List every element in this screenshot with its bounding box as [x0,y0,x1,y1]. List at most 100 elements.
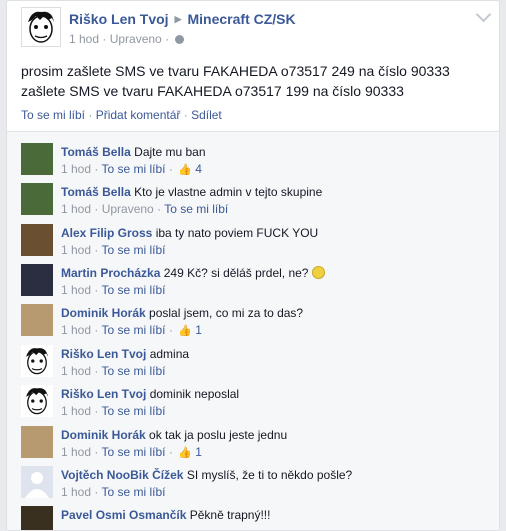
comment-text: Pěkně trapný!!! [189,508,271,522]
comment-line: Alex Filip Gross iba ty nato poviem FUCK… [61,226,318,240]
comment-meta: 1 hod · To se mi líbí [61,243,166,257]
comment-line: Pavel Osmi Osmančík Pěkně trapný!!! [61,508,270,522]
like-count[interactable]: 4 [195,162,202,176]
commenter-avatar[interactable] [21,143,53,175]
comment-meta: 1 hod · Upraveno · To se mi líbí [61,202,229,216]
comment-time[interactable]: 1 hod [61,323,91,337]
commenter-avatar[interactable] [21,183,53,215]
commenter-name[interactable]: Martin Procházka [61,266,160,280]
comment-meta: 1 hod · To se mi líbí · 👍 1 [61,445,202,459]
commenter-avatar[interactable] [21,506,53,530]
comment-time[interactable]: 1 hod [61,283,91,297]
commenter-name[interactable]: Riško Len Tvoj [61,347,146,361]
comment-text: dominik neposlal [149,387,240,401]
commenter-name[interactable]: Dominik Horák [61,306,146,320]
post-card: Riško Len Tvoj ▶ Minecraft CZ/SK 1 hod · U… [6,0,500,531]
comment-time[interactable]: 1 hod [61,404,91,418]
comment-line: Vojtěch NooBik Čížek SI myslíš, že ti to… [61,468,352,482]
cartoon-face-icon [21,385,53,417]
thumbs-up-icon[interactable]: 👍 [178,324,192,337]
comment-meta: 1 hod · To se mi líbí [61,364,166,378]
comment-item: Dominik Horák ok tak ja poslu jeste jedn… [7,419,499,460]
post-edited[interactable]: Upraveno [110,32,162,46]
comment-edited[interactable]: Upraveno [102,202,154,216]
comment-item: Alex Filip Gross iba ty nato poviem FUCK… [7,217,499,258]
commenter-avatar[interactable] [21,345,53,377]
comment-item: Tomáš Bella Kto je vlastne admin v tejto… [7,176,499,217]
commenter-name[interactable]: Dominik Horák [61,428,146,442]
triangle-right-icon: ▶ [174,14,182,24]
post-actions: To se mi líbí · Přidat komentář · Sdílet [21,108,222,122]
author-avatar[interactable] [21,7,61,47]
comment-item: Pavel Osmi Osmančík Pěkně trapný!!! [7,499,499,530]
comment-like-button[interactable]: To se mi líbí [101,364,165,378]
comment-like-button[interactable]: To se mi líbí [101,323,165,337]
comment-item: Riško Len Tvoj admina 1 hod · To se mi lí… [7,338,499,379]
comment-time[interactable]: 1 hod [61,243,91,257]
like-count[interactable]: 1 [195,323,202,337]
group-name[interactable]: Minecraft CZ/SK [188,11,296,27]
comment-line: Tomáš Bella Dajte mu ban [61,145,206,159]
comment-text: SI myslíš, že ti to někdo pošle? [186,468,353,482]
thumbs-up-icon[interactable]: 👍 [178,163,192,176]
post-line-2: zašlete SMS ve tvaru FAKAHEDA o73517 199… [21,83,404,99]
commenter-name[interactable]: Riško Len Tvoj [61,387,146,401]
commenter-avatar[interactable] [21,224,53,256]
comment-item: Riško Len Tvoj dominik neposlal 1 hod · T… [7,378,499,419]
default-user-icon [25,472,49,498]
smiley-icon [311,266,325,279]
comment-like-button[interactable]: To se mi líbí [101,404,165,418]
like-button[interactable]: To se mi líbí [21,108,85,122]
comment-time[interactable]: 1 hod [61,485,91,499]
comment-time[interactable]: 1 hod [61,364,91,378]
comment-line: Dominik Horák poslal jsem, co mi za to d… [61,306,303,320]
post-header: Riško Len Tvoj ▶ Minecraft CZ/SK 1 hod · U… [7,1,499,53]
comment-time[interactable]: 1 hod [61,162,91,176]
commenter-avatar[interactable] [21,385,53,417]
commenter-avatar[interactable] [21,304,53,336]
comment-text: poslal jsem, co mi za to das? [149,306,304,320]
comment-like-button[interactable]: To se mi líbí [101,445,165,459]
comment-text: iba ty nato poviem FUCK YOU [155,226,319,240]
post-line-1: prosim zašlete SMS ve tvaru FAKAHEDA o73… [21,63,450,79]
comment-like-button[interactable]: To se mi líbí [101,243,165,257]
post-time[interactable]: 1 hod [69,32,99,46]
comment-like-button[interactable]: To se mi líbí [101,283,165,297]
commenter-avatar[interactable] [21,466,53,498]
comment-line: Tomáš Bella Kto je vlastne admin v tejto… [61,185,322,199]
comment-time[interactable]: 1 hod [61,445,91,459]
commenter-avatar[interactable] [21,426,53,458]
comment-meta: 1 hod · To se mi líbí [61,283,166,297]
chevron-down-icon[interactable] [475,6,492,23]
comment-like-button[interactable]: To se mi líbí [101,485,165,499]
comment-line: Dominik Horák ok tak ja poslu jeste jedn… [61,428,287,442]
comment-text: Dajte mu ban [134,145,206,159]
globe-icon[interactable] [175,35,185,44]
commenter-name[interactable]: Alex Filip Gross [61,226,152,240]
comment-item: Martin Procházka 249 Kč? si děláš prdel,… [7,257,499,298]
cartoon-face-icon [21,345,53,377]
comment-meta: 1 hod · To se mi líbí · 👍 1 [61,323,202,337]
comment-time[interactable]: 1 hod [61,202,91,216]
like-count[interactable]: 1 [195,445,202,459]
commenter-name[interactable]: Vojtěch NooBik Čížek [61,468,183,482]
comment-meta: 1 hod · To se mi líbí [61,485,166,499]
comment-like-button[interactable]: To se mi líbí [101,162,165,176]
commenter-name[interactable]: Tomáš Bella [61,185,131,199]
cartoon-face-icon [22,8,60,46]
comment-line: Riško Len Tvoj admina [61,347,189,361]
commenter-name[interactable]: Tomáš Bella [61,145,131,159]
post-text: prosim zašlete SMS ve tvaru FAKAHEDA o73… [21,61,450,101]
thumbs-up-icon[interactable]: 👍 [178,446,192,459]
comment-list: Tomáš Bella Dajte mu ban 1 hod · To se mi… [7,131,499,530]
share-button[interactable]: Sdílet [191,108,222,122]
commenter-avatar[interactable] [21,264,53,296]
commenter-name[interactable]: Pavel Osmi Osmančík [61,508,186,522]
comment-item: Vojtěch NooBik Čížek SI myslíš, že ti to… [7,459,499,500]
add-comment-button[interactable]: Přidat komentář [96,108,181,122]
comment-meta: 1 hod · To se mi líbí · 👍 4 [61,162,202,176]
comment-text: admina [149,347,190,361]
author-name[interactable]: Riško Len Tvoj [69,11,169,27]
comment-item: Tomáš Bella Dajte mu ban 1 hod · To se mi… [7,136,499,177]
comment-like-button[interactable]: To se mi líbí [164,202,228,216]
